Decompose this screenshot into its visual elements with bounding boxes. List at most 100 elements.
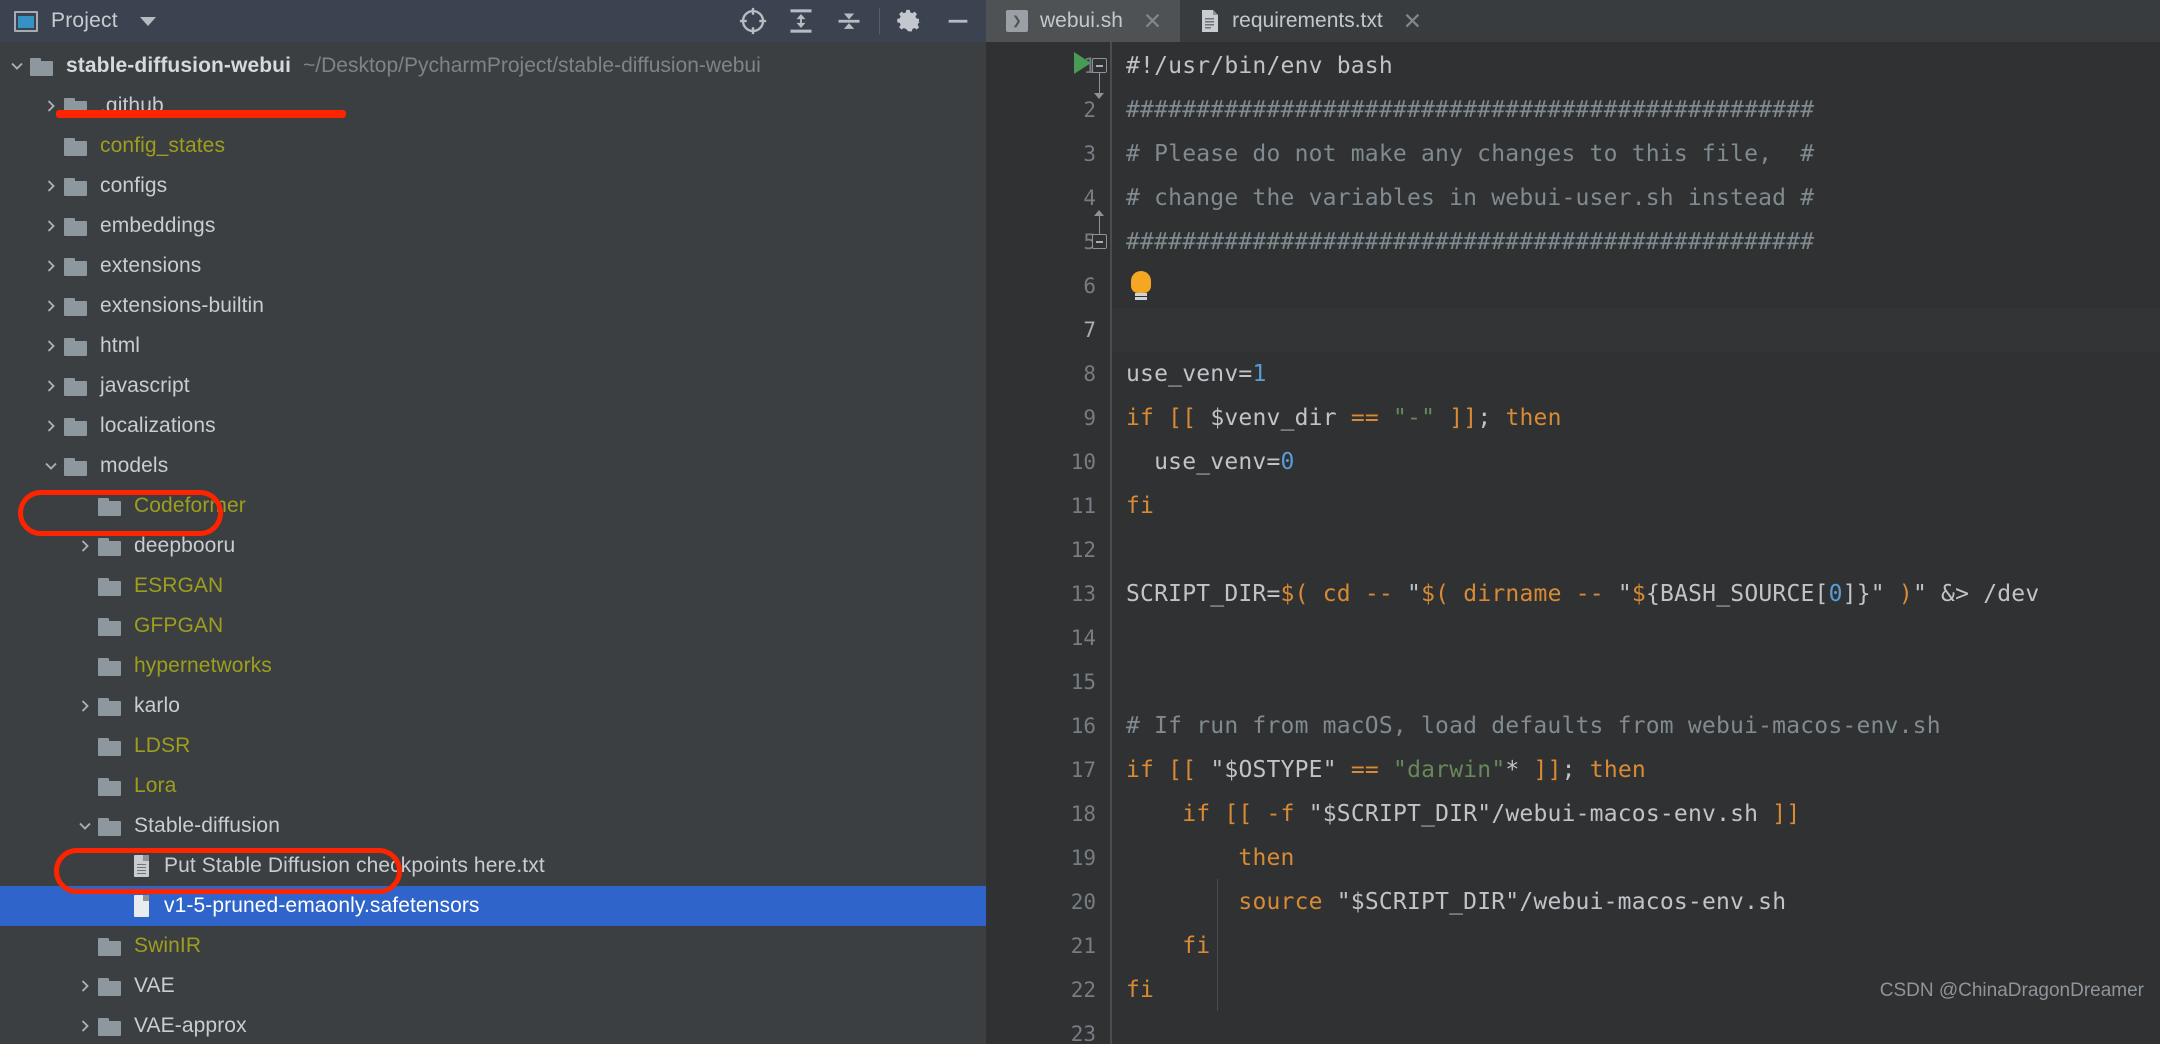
run-script-icon[interactable]	[1074, 52, 1091, 74]
folder-icon	[98, 736, 124, 756]
code-token: $venv_dir	[1196, 405, 1351, 431]
tree-row[interactable]: javascript	[0, 366, 986, 406]
tree-item-label: extensions	[100, 254, 202, 277]
code-line[interactable]: use_venv= 0	[1112, 440, 2160, 484]
code-token: "	[1407, 581, 1422, 607]
tree-row[interactable]: LDSR	[0, 726, 986, 766]
code-line[interactable]	[1112, 528, 2160, 572]
tree-row[interactable]: karlo	[0, 686, 986, 726]
chevron-collapsed-icon[interactable]	[38, 297, 64, 315]
chevron-collapsed-icon[interactable]	[38, 257, 64, 275]
code-line[interactable]: source "$SCRIPT_DIR"/webui-macos-env.sh	[1112, 880, 2160, 924]
code-content[interactable]: #!/usr/bin/env bash #####################…	[1110, 42, 2160, 1044]
tab-requirements-txt[interactable]: requirements.txt ✕	[1180, 0, 1440, 42]
editor-gutter[interactable]: 1 2 3 4 5 6 7 8 9 10 11 12 13 14 15 16 17 18 19 20 21 22 23	[986, 42, 1110, 1044]
close-icon[interactable]: ✕	[1403, 9, 1422, 33]
project-tree[interactable]: stable-diffusion-webui ~/Desktop/Pycharm…	[0, 42, 986, 1044]
minimize-icon[interactable]	[934, 0, 982, 42]
code-token: if	[1126, 757, 1155, 783]
tree-row[interactable]: extensions	[0, 246, 986, 286]
annotation-box-stable-diffusion	[54, 848, 402, 894]
chevron-collapsed-icon[interactable]	[72, 977, 98, 995]
select-opened-file-icon[interactable]	[729, 0, 777, 42]
tree-row[interactable]: configs	[0, 166, 986, 206]
chevron-collapsed-icon[interactable]	[72, 537, 98, 555]
line-number: 14	[1070, 626, 1096, 650]
tree-row[interactable]: Lora	[0, 766, 986, 806]
code-line[interactable]	[1112, 660, 2160, 704]
chevron-collapsed-icon[interactable]	[38, 417, 64, 435]
tree-row[interactable]: VAE	[0, 966, 986, 1006]
chevron-collapsed-icon[interactable]	[72, 1017, 98, 1035]
expand-all-icon[interactable]	[777, 0, 825, 42]
code-token: ]}"	[1842, 581, 1885, 607]
code-line[interactable]	[1112, 616, 2160, 660]
code-line[interactable]: # If run from macOS, load defaults from …	[1112, 704, 2160, 748]
fold-marker-icon[interactable]	[1092, 234, 1107, 249]
tree-row[interactable]: GFPGAN	[0, 606, 986, 646]
tree-rows: .github config_statesconfigs embeddings ext…	[0, 86, 986, 1044]
tree-row[interactable]: ESRGAN	[0, 566, 986, 606]
code-line[interactable]: use_venv= 1	[1112, 352, 2160, 396]
fold-marker-icon[interactable]	[1092, 58, 1107, 73]
tree-row[interactable]: SwinIR	[0, 926, 986, 966]
tree-row[interactable]: Stable-diffusion	[0, 806, 986, 846]
tree-row[interactable]: VAE-approx	[0, 1006, 986, 1044]
code-line[interactable]: if [[ -f "$SCRIPT_DIR"/webui-macos-env.s…	[1112, 792, 2160, 836]
code-line[interactable]	[1112, 308, 2160, 352]
code-line[interactable]: ########################################…	[1112, 220, 2160, 264]
code-line[interactable]	[1112, 1012, 2160, 1044]
tree-row[interactable]: models	[0, 446, 986, 486]
tree-row[interactable]: html	[0, 326, 986, 366]
code-line[interactable]	[1112, 264, 2160, 308]
code-line[interactable]: fi	[1112, 924, 2160, 968]
chevron-collapsed-icon[interactable]	[38, 217, 64, 235]
code-line[interactable]: # Please do not make any changes to this…	[1112, 132, 2160, 176]
chevron-collapsed-icon[interactable]	[38, 177, 64, 195]
code-line[interactable]: # change the variables in webui-user.sh …	[1112, 176, 2160, 220]
chevron-expanded-icon[interactable]	[38, 457, 64, 475]
tree-row[interactable]: .github	[0, 86, 986, 126]
chevron-down-icon[interactable]	[139, 16, 156, 26]
chevron-expanded-icon[interactable]	[4, 57, 30, 75]
intention-bulb-icon[interactable]	[1128, 271, 1154, 301]
code-line[interactable]: if [[ "$OSTYPE" == "darwin" * ]]; then	[1112, 748, 2160, 792]
close-icon[interactable]: ✕	[1143, 9, 1162, 33]
tree-row[interactable]: embeddings	[0, 206, 986, 246]
toolwindow-title: Project	[51, 9, 118, 32]
tab-webui-sh[interactable]: ❯ webui.sh ✕	[986, 0, 1181, 42]
code-line[interactable]: #!/usr/bin/env bash	[1112, 44, 2160, 88]
code-line[interactable]: SCRIPT_DIR= $( cd -- " $( dirname -- " $ {BA…	[1112, 572, 2160, 616]
code-line[interactable]: ########################################…	[1112, 88, 2160, 132]
tree-item-label: config_states	[100, 134, 226, 157]
chevron-collapsed-icon[interactable]	[38, 377, 64, 395]
code-token: # If run from macOS, load defaults from …	[1126, 713, 1941, 739]
code-token: " &> /dev	[1912, 581, 2040, 607]
line-number: 12	[1070, 538, 1096, 562]
chevron-collapsed-icon[interactable]	[38, 337, 64, 355]
code-line[interactable]: then	[1112, 836, 2160, 880]
tree-row[interactable]: config_states	[0, 126, 986, 166]
chevron-collapsed-icon[interactable]	[72, 697, 98, 715]
tree-item-label: extensions-builtin	[100, 294, 265, 317]
code-line[interactable]: if [[ $venv_dir == "-" ]]; then	[1112, 396, 2160, 440]
tree-row[interactable]: hypernetworks	[0, 646, 986, 686]
settings-gear-icon[interactable]	[886, 0, 934, 42]
top-bar: Project ❯ webui.sh ✕ requirements.txt ✕	[0, 0, 2160, 42]
line-number: 15	[1070, 670, 1096, 694]
code-line[interactable]: fi	[1112, 484, 2160, 528]
tree-item-label: VAE	[134, 974, 175, 997]
folder-icon	[64, 456, 90, 476]
collapse-all-icon[interactable]	[825, 0, 873, 42]
code-token: ########################################…	[1126, 97, 1815, 123]
chevron-expanded-icon[interactable]	[72, 817, 98, 835]
code-editor[interactable]: 1 2 3 4 5 6 7 8 9 10 11 12 13 14 15 16 17 18 19 20 21 22 23 #!…	[986, 42, 2160, 1044]
tree-row[interactable]: localizations	[0, 406, 986, 446]
tree-row-root[interactable]: stable-diffusion-webui ~/Desktop/Pycharm…	[0, 46, 986, 86]
tree-row[interactable]: extensions-builtin	[0, 286, 986, 326]
